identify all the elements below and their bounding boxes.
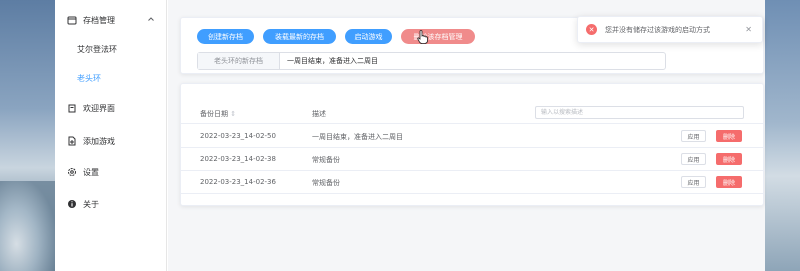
sidebar: 存档管理 艾尔登法环 老头环 欢迎界面 添加游戏 设置 关于 <box>55 0 167 271</box>
background-scenery-right <box>765 0 800 271</box>
toast-message: 您并没有储存过该游戏的启动方式 <box>605 25 710 34</box>
table-header: 备份日期 ⇕ 描述 <box>181 102 765 124</box>
info-icon <box>67 199 77 209</box>
new-save-input-group: 老头环的新存档 <box>197 52 666 70</box>
table-row: 2022-03-23_14-02-38 常规备份 应用 删除 <box>181 148 765 171</box>
row-date: 2022-03-23_14-02-38 <box>200 155 276 163</box>
column-header-date[interactable]: 备份日期 ⇕ <box>200 109 236 119</box>
sidebar-item-label: 添加游戏 <box>83 136 115 146</box>
delete-button[interactable]: 删除 <box>716 153 742 165</box>
sidebar-group-label: 存档管理 <box>83 15 115 25</box>
archive-icon <box>67 15 77 25</box>
apply-button[interactable]: 应用 <box>681 130 706 142</box>
sidebar-item-add-game[interactable]: 添加游戏 <box>55 132 167 150</box>
delete-button[interactable]: 删除 <box>716 176 742 188</box>
row-description: 一周目结束，准备进入二周目 <box>312 133 403 141</box>
error-toast: ✕ 您并没有储存过该游戏的启动方式 ✕ <box>577 16 763 43</box>
hand-cursor-icon <box>417 30 428 46</box>
row-date: 2022-03-23_14-02-50 <box>200 132 276 140</box>
table-row: 2022-03-23_14-02-50 一周目结束，准备进入二周目 应用 删除 <box>181 125 765 148</box>
sidebar-item-label: 设置 <box>83 167 99 177</box>
backup-table-card: 备份日期 ⇕ 描述 2022-03-23_14-02-50 一周目结束，准备进入… <box>180 83 765 206</box>
sidebar-game-label: 老头环 <box>77 73 101 83</box>
apply-button[interactable]: 应用 <box>681 153 706 165</box>
sidebar-game-old-ring[interactable]: 老头环 <box>55 69 167 87</box>
load-latest-save-button[interactable]: 装载最新的存档 <box>263 29 336 44</box>
home-icon <box>67 103 77 113</box>
sidebar-group-save-management[interactable]: 存档管理 <box>55 11 167 29</box>
sidebar-item-settings[interactable]: 设置 <box>55 163 167 181</box>
search-input[interactable] <box>535 106 744 119</box>
new-save-prepend-label: 老头环的新存档 <box>198 53 280 69</box>
sidebar-item-welcome[interactable]: 欢迎界面 <box>55 99 167 117</box>
row-description: 常规备份 <box>312 179 340 187</box>
launch-game-button[interactable]: 启动游戏 <box>345 29 392 44</box>
new-save-description-input[interactable] <box>280 53 665 69</box>
row-date: 2022-03-23_14-02-36 <box>200 178 276 186</box>
sidebar-item-label: 关于 <box>83 199 99 209</box>
table-row: 2022-03-23_14-02-36 常规备份 应用 删除 <box>181 171 765 194</box>
row-description: 常规备份 <box>312 156 340 164</box>
apply-button[interactable]: 应用 <box>681 176 706 188</box>
add-file-icon <box>67 136 77 146</box>
background-scenery-left <box>0 0 55 271</box>
close-icon[interactable]: ✕ <box>745 25 752 34</box>
delete-button[interactable]: 删除 <box>716 130 742 142</box>
create-save-button[interactable]: 创建新存档 <box>197 29 254 44</box>
gear-icon <box>67 167 77 177</box>
sidebar-game-elden-ring[interactable]: 艾尔登法环 <box>55 40 167 58</box>
sidebar-item-about[interactable]: 关于 <box>55 195 167 213</box>
sidebar-game-label: 艾尔登法环 <box>77 44 117 54</box>
delete-save-management-button[interactable]: 删除该存档管理 <box>401 29 475 44</box>
chevron-up-icon <box>147 15 155 25</box>
sort-icon: ⇕ <box>230 110 237 118</box>
error-icon: ✕ <box>586 24 597 35</box>
sidebar-item-label: 欢迎界面 <box>83 103 115 113</box>
column-header-description: 描述 <box>312 110 326 118</box>
